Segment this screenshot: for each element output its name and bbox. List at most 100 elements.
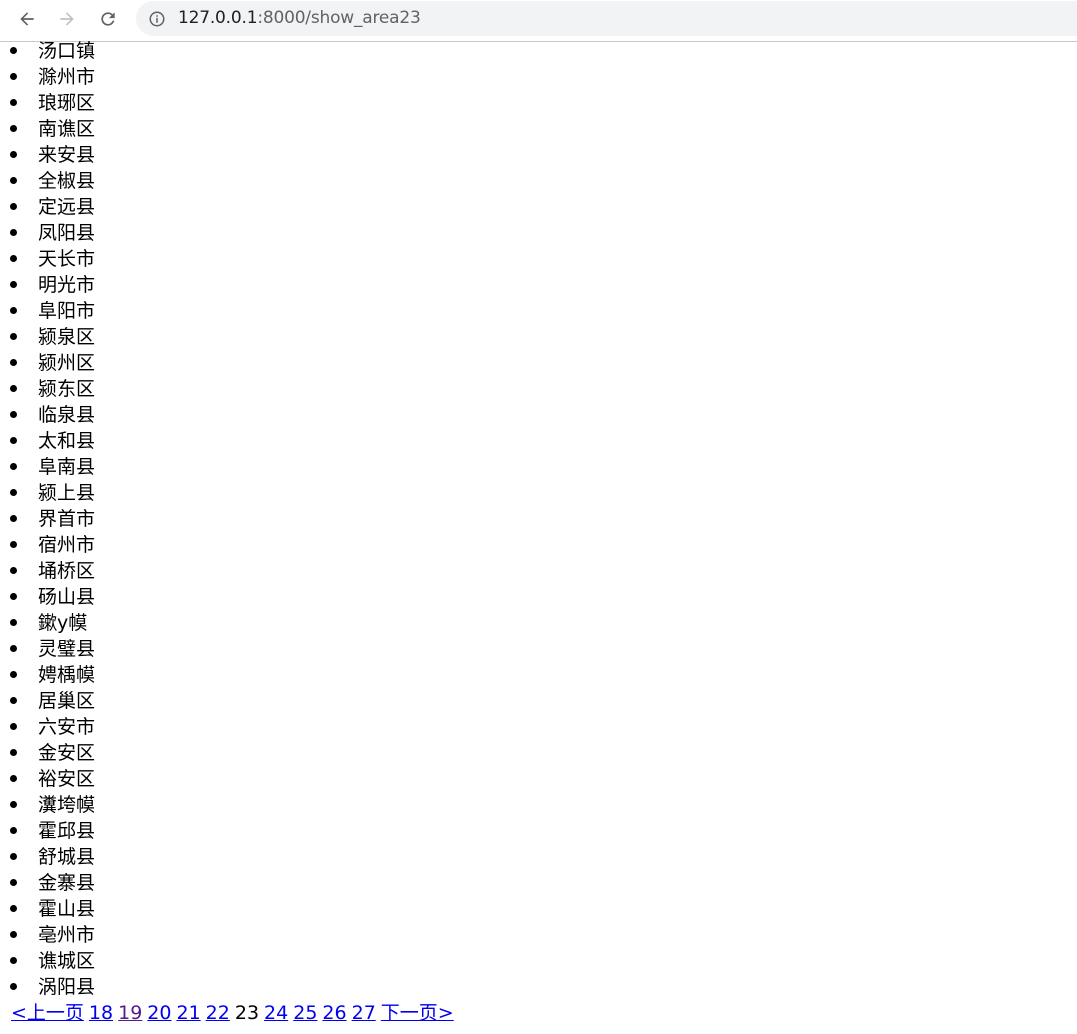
bullet-icon [10,905,17,912]
area-name: 凤阳县 [38,222,96,244]
list-item: 琅琊区 [0,90,1077,116]
area-name: 颍州区 [38,352,96,374]
area-name: 金寨县 [38,872,96,894]
page-content: 汤口镇 滁州市 琅琊区 南谯区 来安县 全椒县 定远县 凤阳县 天长市 明光市 阜阳市 颍泉区 颍州区颍… [0,38,1077,1000]
reload-button[interactable] [93,4,123,34]
list-item: 天长市 [0,246,1077,272]
bullet-icon [10,359,17,366]
area-name: 天长市 [38,248,96,270]
page-link-25[interactable]: 25 [293,1002,317,1024]
area-name: 霍山县 [38,898,96,920]
bullet-icon [10,619,17,626]
reload-icon [101,12,115,26]
list-item: 六安市 [0,714,1077,740]
bullet-icon [10,73,17,80]
area-name: 临泉县 [38,404,96,426]
area-name: 全椒县 [38,170,96,192]
list-item: 颍泉区 [0,324,1077,350]
list-item: 临泉县 [0,402,1077,428]
back-arrow-icon [20,12,34,26]
forward-button[interactable] [52,4,82,34]
bullet-icon [10,203,17,210]
area-name: 裕安区 [38,768,96,790]
area-list: 汤口镇 滁州市 琅琊区 南谯区 来安县 全椒县 定远县 凤阳县 天长市 明光市 阜阳市 颍泉区 颍州区颍… [0,38,1077,1000]
page-link-24[interactable]: 24 [264,1002,288,1024]
list-item: 裕安区 [0,766,1077,792]
bullet-icon [10,853,17,860]
list-item: 滁州市 [0,64,1077,90]
page-link-21[interactable]: 21 [176,1002,200,1024]
area-name: 金安区 [38,742,96,764]
bullet-icon [10,281,17,288]
bullet-icon [10,827,17,834]
area-name: 鏉у幙 [38,612,88,634]
bullet-icon [10,47,17,54]
bullet-icon [10,541,17,548]
page-link-18[interactable]: 18 [89,1002,113,1024]
list-item: 来安县 [0,142,1077,168]
bullet-icon [10,983,17,990]
forward-arrow-icon [60,12,74,26]
bullet-icon [10,255,17,262]
list-item: 凤阳县 [0,220,1077,246]
area-name: 颍上县 [38,482,96,504]
list-item: 鏉у幙 [0,610,1077,636]
page-link-26[interactable]: 26 [322,1002,346,1024]
bullet-icon [10,593,17,600]
bullet-icon [10,749,17,756]
url-host: 127.0.0.1 [178,8,258,28]
list-item: 界首市 [0,506,1077,532]
page-link-20[interactable]: 20 [147,1002,171,1024]
area-name: 界首市 [38,508,96,530]
area-name: 南谯区 [38,118,96,140]
list-item: 太和县 [0,428,1077,454]
area-name: 砀山县 [38,586,96,608]
area-name: 定远县 [38,196,96,218]
address-bar[interactable]: 127.0.0.1:8000/show_area23 [136,1,1077,36]
list-item: 阜阳市 [0,298,1077,324]
area-name: 谯城区 [38,950,96,972]
list-item: 娉楀幙 [0,662,1077,688]
area-name: 来安县 [38,144,96,166]
page-link-27[interactable]: 27 [352,1002,376,1024]
bullet-icon [10,671,17,678]
area-name: 阜南县 [38,456,96,478]
list-item: 明光市 [0,272,1077,298]
next-page-link[interactable]: 下一页> [381,1002,454,1024]
area-name: 颍泉区 [38,326,96,348]
area-name: 明光市 [38,274,96,296]
bullet-icon [10,229,17,236]
bullet-icon [10,697,17,704]
area-name: 滁州市 [38,66,96,88]
page-link-19[interactable]: 19 [118,1002,142,1024]
bullet-icon [10,957,17,964]
bullet-icon [10,463,17,470]
list-item: 砀山县 [0,584,1077,610]
bullet-icon [10,931,17,938]
list-item: 金安区 [0,740,1077,766]
prev-page-link[interactable]: <上一页 [11,1002,84,1024]
area-name: 颍东区 [38,378,96,400]
back-button[interactable] [12,4,42,34]
area-name: 宿州市 [38,534,96,556]
list-item: 颍州区 [0,350,1077,376]
list-item: 南谯区 [0,116,1077,142]
area-name: 埇桥区 [38,560,96,582]
list-item: 霍山县 [0,896,1077,922]
info-icon[interactable] [148,10,166,28]
page-link-22[interactable]: 22 [206,1002,230,1024]
bullet-icon [10,99,17,106]
browser-toolbar: 127.0.0.1:8000/show_area23 [0,0,1077,42]
url-text[interactable]: 127.0.0.1:8000/show_area23 [178,8,421,28]
area-name: 亳州市 [38,924,96,946]
list-item: 舒城县 [0,844,1077,870]
list-item: 埇桥区 [0,558,1077,584]
list-item: 定远县 [0,194,1077,220]
url-path: :8000/show_area23 [257,8,421,28]
area-name: 太和县 [38,430,96,452]
area-name: 娉楀幙 [38,664,96,686]
list-item: 谯城区 [0,948,1077,974]
list-item: 灵璧县 [0,636,1077,662]
bullet-icon [10,125,17,132]
list-item: 瀵垮幙 [0,792,1077,818]
